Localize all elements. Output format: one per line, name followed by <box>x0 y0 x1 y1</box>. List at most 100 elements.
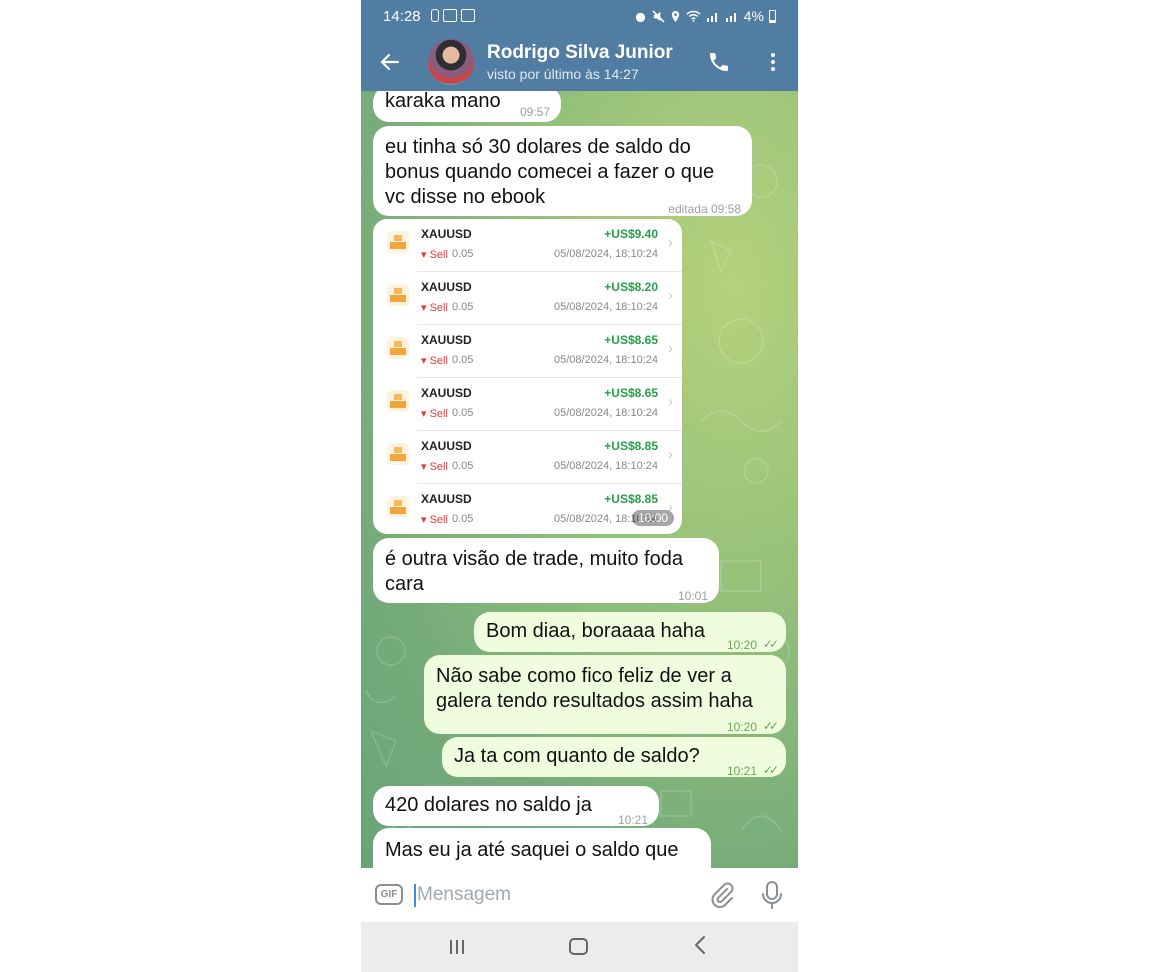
message-line: é outra visão de trade, muito foda <box>385 548 683 570</box>
message-bubble-incoming[interactable]: Mas eu ja até saquei o saldo que <box>373 828 711 868</box>
notification-alert-icon <box>431 9 439 22</box>
trade-row: XAUUSD ▾ Sell 0.05 +US$8.85 05/08/2024, 18:1… <box>373 431 682 484</box>
sell-arrow-icon: ▾ <box>421 355 430 367</box>
trade-profit: +US$8.85 <box>604 439 658 453</box>
message-text: karaka mano <box>385 91 501 112</box>
trade-symbol: XAUUSD <box>421 333 472 347</box>
message-bubble-outgoing[interactable]: Ja ta com quanto de saldo? 10:21 ✓✓ <box>442 737 786 778</box>
call-button[interactable] <box>707 47 737 77</box>
trade-row: XAUUSD ▾ Sell 0.05 +US$9.40 05/08/2024, 18:1… <box>373 219 682 272</box>
trade-symbol: XAUUSD <box>421 492 472 506</box>
trade-lot: 0.05 <box>452 248 474 260</box>
message-time: 10:01 <box>677 589 708 603</box>
avatar[interactable] <box>428 39 474 85</box>
last-seen-status: visto por último às 14:27 <box>487 66 639 82</box>
trade-side: ▾ Sell <box>421 354 448 367</box>
chat-area[interactable]: karaka mano 09:57 eu tinha só 30 dolares… <box>361 91 798 868</box>
trade-side-label: Sell <box>429 514 448 526</box>
status-system-icons: 4% <box>634 8 776 24</box>
more-vertical-icon <box>771 53 775 71</box>
trade-row: XAUUSD ▾ Sell 0.05 +US$8.65 05/08/2024, 18:1… <box>373 378 682 431</box>
message-text: Mas eu ja até saquei o saldo que <box>385 839 679 861</box>
phone-icon <box>710 53 728 71</box>
microphone-icon <box>762 881 782 909</box>
message-text: Bom diaa, boraaaa haha <box>486 620 706 642</box>
message-bubble-outgoing[interactable]: Bom diaa, boraaaa haha 10:20 ✓✓ <box>474 612 786 652</box>
status-time: 14:28 <box>383 8 421 25</box>
signal-icon-2 <box>725 13 736 22</box>
mute-icon <box>652 9 665 23</box>
battery-icon <box>769 9 776 23</box>
battery-percent: 4% <box>743 8 764 24</box>
message-line: galera tendo resultados assim haha <box>436 690 753 712</box>
message-bubble-incoming[interactable]: karaka mano 09:57 <box>373 91 561 122</box>
chat-header: Rodrigo Silva Junior visto por último às… <box>361 33 798 91</box>
double-check-icon: ✓✓ <box>762 719 779 733</box>
chevron-right-icon: › <box>668 393 673 410</box>
trade-side: ▾ Sell <box>421 248 448 261</box>
message-line: vc disse no ebook <box>385 186 546 208</box>
message-bubble-outgoing[interactable]: Não sabe como fico feliz de ver a galera… <box>424 655 786 734</box>
trade-side: ▾ Sell <box>421 301 448 314</box>
chevron-right-icon: › <box>668 340 673 357</box>
photo-message[interactable]: XAUUSD ▾ Sell 0.05 +US$9.40 05/08/2024, 18:1… <box>373 219 682 534</box>
attach-button[interactable] <box>708 881 736 909</box>
wifi-icon <box>686 10 701 22</box>
message-input[interactable] <box>417 882 687 908</box>
gold-bars-icon <box>387 337 409 359</box>
message-bubble-incoming[interactable]: 420 dolares no saldo ja 10:21 <box>373 786 659 827</box>
message-text: 420 dolares no saldo ja <box>385 794 592 816</box>
sell-arrow-icon: ▾ <box>421 461 430 473</box>
trade-side-label: Sell <box>429 408 448 420</box>
status-notification-icons <box>431 9 475 22</box>
signal-icon <box>706 13 717 22</box>
message-bubble-incoming[interactable]: é outra visão de trade, muito foda cara … <box>373 538 719 603</box>
more-options-button[interactable] <box>761 47 785 77</box>
gold-bars-icon <box>387 390 409 412</box>
sell-arrow-icon: ▾ <box>421 302 430 314</box>
chevron-left-icon <box>695 936 705 954</box>
system-navigation-bar <box>361 922 798 972</box>
arrow-left-icon <box>380 53 400 71</box>
recents-button[interactable] <box>448 938 466 956</box>
trade-profit: +US$8.20 <box>604 280 658 294</box>
paperclip-icon <box>711 882 734 908</box>
location-icon <box>671 10 679 22</box>
trade-profit: +US$8.65 <box>604 333 658 347</box>
back-button[interactable] <box>375 47 405 77</box>
status-bar: 14:28 4% <box>361 0 798 33</box>
trade-lot: 0.05 <box>452 407 474 419</box>
message-line: cara <box>385 573 424 595</box>
microphone-button[interactable] <box>759 880 785 910</box>
gold-bars-icon <box>387 496 409 518</box>
gif-button[interactable]: GIF <box>375 884 403 905</box>
trade-row: XAUUSD ▾ Sell 0.05 +US$8.65 05/08/2024, 18:1… <box>373 325 682 378</box>
chevron-right-icon: › <box>668 234 673 251</box>
trade-side-label: Sell <box>429 355 448 367</box>
phone-screen: 14:28 4% Rodrigo Silva Junior visto por … <box>361 0 798 972</box>
trade-lot: 0.05 <box>452 513 474 525</box>
message-time: 10:21 <box>726 764 757 778</box>
message-line: eu tinha só 30 dolares de saldo do <box>385 136 691 158</box>
trade-side-label: Sell <box>429 302 448 314</box>
sell-arrow-icon: ▾ <box>421 249 430 261</box>
trade-profit: +US$8.85 <box>604 492 658 506</box>
trade-date: 05/08/2024, 18:10:24 <box>554 407 658 419</box>
recents-icon <box>450 940 464 954</box>
message-composer: GIF <box>361 868 798 922</box>
message-text: Ja ta com quanto de saldo? <box>454 745 700 767</box>
gold-bars-icon <box>387 443 409 465</box>
double-check-icon: ✓✓ <box>762 763 779 777</box>
trade-date: 05/08/2024, 18:10:24 <box>554 248 658 260</box>
contact-name[interactable]: Rodrigo Silva Junior <box>487 42 673 64</box>
system-back-button[interactable] <box>693 935 707 959</box>
sell-arrow-icon: ▾ <box>421 408 430 420</box>
chevron-right-icon: › <box>668 446 673 463</box>
trade-date: 05/08/2024, 18:10:24 <box>554 301 658 313</box>
home-button[interactable] <box>569 938 588 955</box>
trade-row: XAUUSD ▾ Sell 0.05 +US$8.85 05/08/2024, 18:1… <box>373 484 682 534</box>
message-bubble-incoming[interactable]: eu tinha só 30 dolares de saldo do bonus… <box>373 126 752 216</box>
chevron-right-icon: › <box>668 287 673 304</box>
message-line: Não sabe como fico feliz de ver a <box>436 665 732 687</box>
sell-arrow-icon: ▾ <box>421 514 430 526</box>
